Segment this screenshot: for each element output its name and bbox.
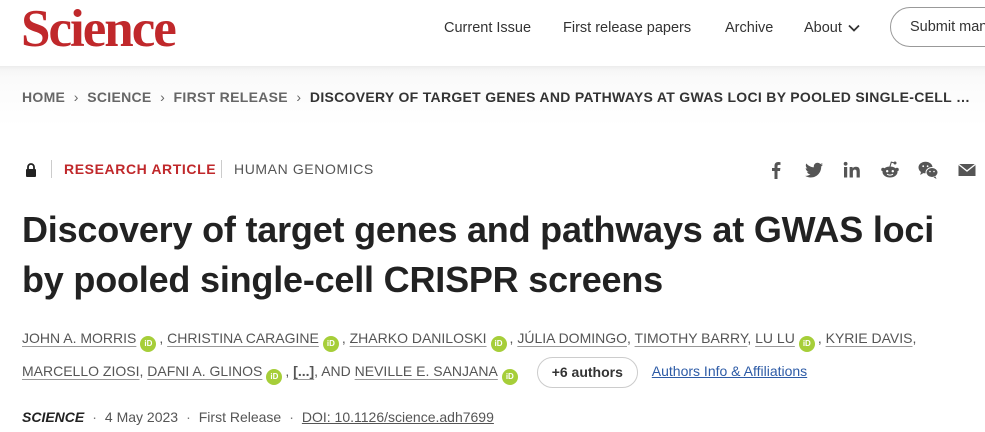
breadcrumb-current: DISCOVERY OF TARGET GENES AND PATHWAYS A… xyxy=(309,89,972,105)
article-type[interactable]: RESEARCH ARTICLE xyxy=(64,161,216,177)
science-logo[interactable]: Science xyxy=(21,1,177,57)
nav-archive[interactable]: Archive xyxy=(725,18,773,38)
author-list: JOHN A. MORRIS iD, CHRISTINA CARAGINE iD, … xyxy=(22,322,972,388)
nav-about-label: About xyxy=(804,20,842,36)
orcid-icon[interactable]: iD xyxy=(501,369,518,385)
chevron-down-icon xyxy=(848,24,860,32)
and-text: AND xyxy=(321,363,351,379)
article-title: Discovery of target genes and pathways a… xyxy=(22,209,935,300)
lock-icon xyxy=(26,163,36,177)
orcid-icon[interactable]: iD xyxy=(140,336,157,352)
nav-current-issue[interactable]: Current Issue xyxy=(444,18,531,38)
breadcrumb-bar: HOME › SCIENCE › FIRST RELEASE › DISCOVE… xyxy=(0,66,985,128)
release-status: First Release xyxy=(198,409,282,425)
linkedin-icon[interactable] xyxy=(841,159,863,181)
nav-about[interactable]: About xyxy=(804,18,861,38)
authors-info-link[interactable]: Authors Info & Affiliations xyxy=(652,363,807,379)
site-header: Science Current Issue First release pape… xyxy=(0,0,985,66)
separator-dot: · xyxy=(92,409,97,425)
orcid-icon[interactable]: iD xyxy=(266,369,283,385)
author-link[interactable]: DAFNI A. GLINOS xyxy=(147,363,262,379)
publication-date: 4 May 2023 xyxy=(104,409,179,425)
orcid-icon[interactable]: iD xyxy=(322,336,339,352)
divider xyxy=(221,160,222,178)
citation-line: SCIENCE · 4 May 2023 · First Release · DOI: 10… xyxy=(22,409,494,425)
facebook-icon[interactable] xyxy=(765,159,787,181)
separator-dot: · xyxy=(186,409,191,425)
chevron-right-icon: › xyxy=(160,89,166,105)
orcid-icon[interactable]: iD xyxy=(490,336,507,352)
journal-name[interactable]: SCIENCE xyxy=(22,409,84,425)
author-link[interactable]: MARCELLO ZIOSI xyxy=(22,363,139,379)
author-link[interactable]: CHRISTINA CARAGINE xyxy=(167,330,319,346)
submit-manuscript-button[interactable]: Submit manuscript xyxy=(890,7,985,47)
more-authors-button[interactable]: +6 authors xyxy=(536,356,638,388)
doi-link[interactable]: DOI: 10.1126/science.adh7699 xyxy=(302,409,494,425)
author-link[interactable]: LU LU xyxy=(755,330,795,346)
author-link[interactable]: JÚLIA DOMINGO xyxy=(517,330,627,346)
divider xyxy=(51,160,52,178)
author-link[interactable]: ZHARKO DANILOSKI xyxy=(350,330,487,346)
breadcrumb-home[interactable]: HOME xyxy=(22,89,65,105)
nav-first-release[interactable]: First release papers xyxy=(563,18,691,38)
twitter-icon[interactable] xyxy=(803,159,825,181)
separator-dot: · xyxy=(289,409,294,425)
email-icon[interactable] xyxy=(956,159,978,181)
author-link[interactable]: JOHN A. MORRIS xyxy=(22,330,136,346)
breadcrumb-science[interactable]: SCIENCE xyxy=(87,89,151,105)
reddit-icon[interactable] xyxy=(879,159,901,181)
breadcrumb: HOME › SCIENCE › FIRST RELEASE › DISCOVE… xyxy=(22,89,972,105)
breadcrumb-first-release[interactable]: FIRST RELEASE xyxy=(174,89,288,105)
chevron-right-icon: › xyxy=(296,89,302,105)
expand-authors-ellipsis[interactable]: [...] xyxy=(293,363,314,379)
orcid-icon[interactable]: iD xyxy=(798,336,815,352)
article-subject[interactable]: HUMAN GENOMICS xyxy=(234,161,374,177)
author-link[interactable]: NEVILLE E. SANJANA xyxy=(355,363,498,379)
wechat-icon[interactable] xyxy=(917,159,939,181)
author-link[interactable]: TIMOTHY BARRY xyxy=(635,330,748,346)
chevron-right-icon: › xyxy=(73,89,79,105)
author-link[interactable]: KYRIE DAVIS xyxy=(826,330,913,346)
